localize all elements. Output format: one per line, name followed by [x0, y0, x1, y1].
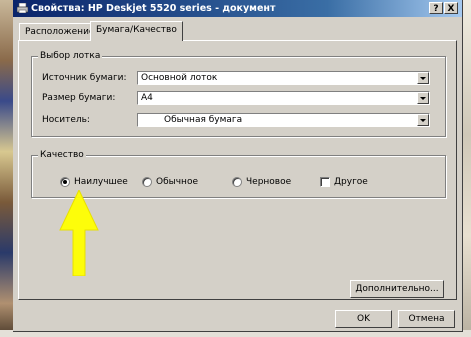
paper-size-label: Размер бумаги:	[42, 93, 116, 103]
media-label: Носитель:	[42, 115, 90, 125]
quality-draft-label[interactable]: Черновое	[246, 177, 291, 187]
window-title: Свойства: HP Deskjet 5520 series - докум…	[31, 3, 276, 14]
tab-layout[interactable]: Расположение	[19, 23, 101, 40]
quality-best-label[interactable]: Наилучшее	[74, 177, 128, 187]
annotation-arrow-icon	[59, 190, 99, 276]
paper-source-value: Основной лоток	[141, 73, 218, 83]
title-bar[interactable]: Свойства: HP Deskjet 5520 series - докум…	[13, 0, 462, 17]
ok-button[interactable]: OK	[335, 310, 392, 328]
close-button[interactable]: X	[444, 2, 458, 14]
tab-paper-quality[interactable]: Бумага/Качество	[90, 21, 183, 41]
paper-size-value: A4	[141, 93, 153, 103]
quality-group-legend: Качество	[38, 150, 86, 160]
chevron-down-icon[interactable]	[417, 72, 429, 84]
quality-normal-label[interactable]: Обычное	[156, 177, 198, 187]
cancel-button[interactable]: Отмена	[398, 310, 455, 328]
tray-group: Выбор лотка Источник бумаги: Основной ло…	[31, 51, 446, 137]
paper-source-label: Источник бумаги:	[42, 73, 127, 83]
quality-best-radio[interactable]	[60, 177, 70, 187]
quality-draft-radio[interactable]	[232, 177, 242, 187]
media-value: Обычная бумага	[164, 115, 243, 125]
paper-size-select[interactable]: A4	[137, 91, 430, 105]
paper-source-select[interactable]: Основной лоток	[137, 71, 430, 85]
properties-dialog: Свойства: HP Deskjet 5520 series - докум…	[13, 0, 463, 332]
quality-custom-checkbox[interactable]	[320, 177, 330, 187]
media-select[interactable]: Обычная бумага	[137, 113, 430, 127]
chevron-down-icon[interactable]	[417, 92, 429, 104]
quality-normal-radio[interactable]	[142, 177, 152, 187]
quality-custom-label[interactable]: Другое	[334, 177, 368, 187]
chevron-down-icon[interactable]	[417, 114, 429, 126]
help-button[interactable]: ?	[429, 2, 443, 14]
tray-group-legend: Выбор лотка	[38, 51, 103, 61]
advanced-button[interactable]: Дополнительно...	[350, 280, 444, 298]
printer-icon	[17, 3, 28, 13]
